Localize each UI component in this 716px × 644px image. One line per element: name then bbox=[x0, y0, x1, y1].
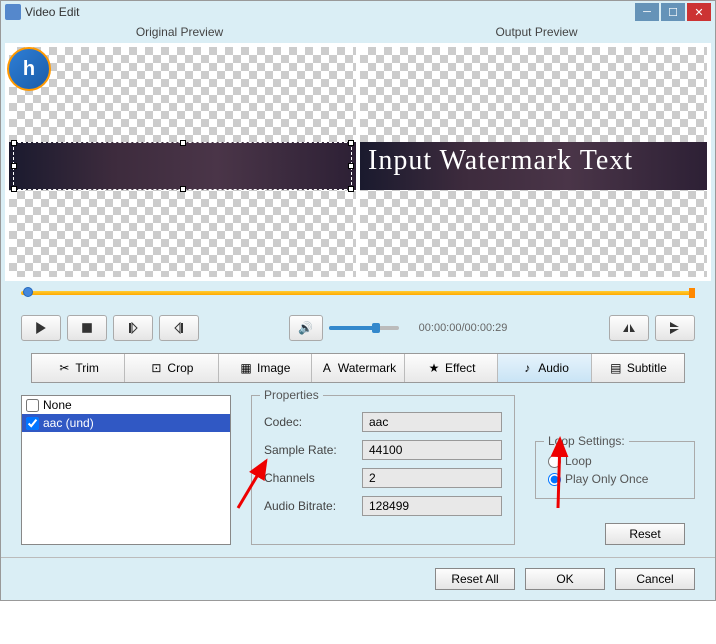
audio-panel: None aac (und) Properties Codec: Sample … bbox=[1, 383, 715, 557]
cancel-button[interactable]: Cancel bbox=[615, 568, 695, 590]
close-button[interactable]: ✕ bbox=[687, 3, 711, 21]
reset-button[interactable]: Reset bbox=[605, 523, 685, 545]
tab-watermark[interactable]: AWatermark bbox=[312, 354, 405, 382]
trim-end-button[interactable] bbox=[159, 315, 199, 341]
time-display: 00:00:00/00:00:29 bbox=[419, 322, 508, 334]
volume-slider[interactable] bbox=[329, 326, 399, 330]
play-once-radio[interactable] bbox=[548, 473, 561, 486]
window-title: Video Edit bbox=[25, 5, 80, 19]
titlebar: Video Edit ─ ☐ ✕ bbox=[1, 1, 715, 23]
bitrate-label: Audio Bitrate: bbox=[264, 499, 354, 513]
codec-input[interactable] bbox=[362, 412, 502, 432]
tab-trim[interactable]: ✂Trim bbox=[32, 354, 125, 382]
codec-label: Codec: bbox=[264, 415, 354, 429]
tabs-bar: ✂Trim ⊡Crop ▦Image AWatermark ★Effect ♪A… bbox=[31, 353, 685, 383]
speaker-icon: 🔊 bbox=[298, 321, 313, 335]
image-icon: ▦ bbox=[239, 361, 253, 375]
track-none-checkbox[interactable] bbox=[26, 399, 39, 412]
watermark-text-overlay: Input Watermark Text bbox=[368, 145, 633, 177]
original-preview-label: Original Preview bbox=[1, 23, 358, 43]
channels-label: Channels bbox=[264, 471, 354, 485]
crop-icon: ⊡ bbox=[149, 361, 163, 375]
audio-track-list[interactable]: None aac (und) bbox=[21, 395, 231, 545]
stop-button[interactable] bbox=[67, 315, 107, 341]
timeline[interactable] bbox=[21, 291, 695, 303]
sample-rate-label: Sample Rate: bbox=[264, 443, 354, 457]
star-icon: ★ bbox=[427, 361, 441, 375]
reset-all-button[interactable]: Reset All bbox=[435, 568, 515, 590]
channels-input[interactable] bbox=[362, 468, 502, 488]
output-preview-label: Output Preview bbox=[358, 23, 715, 43]
loop-settings-group: Loop Settings: Loop Play Only Once bbox=[535, 441, 695, 499]
track-aac-checkbox[interactable] bbox=[26, 417, 39, 430]
maximize-button[interactable]: ☐ bbox=[661, 3, 685, 21]
site-watermark: h bbox=[7, 47, 51, 91]
flip-horizontal-button[interactable] bbox=[609, 315, 649, 341]
tab-audio[interactable]: ♪Audio bbox=[498, 354, 591, 382]
loop-radio[interactable] bbox=[548, 455, 561, 468]
ok-button[interactable]: OK bbox=[525, 568, 605, 590]
footer-buttons: Reset All OK Cancel bbox=[1, 557, 715, 600]
track-aac[interactable]: aac (und) bbox=[22, 414, 230, 432]
flip-vertical-button[interactable] bbox=[655, 315, 695, 341]
sample-rate-input[interactable] bbox=[362, 440, 502, 460]
properties-group: Properties Codec: Sample Rate: Channels … bbox=[251, 395, 515, 545]
tab-crop[interactable]: ⊡Crop bbox=[125, 354, 218, 382]
volume-button[interactable]: 🔊 bbox=[289, 315, 323, 341]
text-icon: A bbox=[320, 361, 334, 375]
note-icon: ♪ bbox=[520, 361, 534, 375]
minimize-button[interactable]: ─ bbox=[635, 3, 659, 21]
tab-subtitle[interactable]: ▤Subtitle bbox=[592, 354, 684, 382]
tab-effect[interactable]: ★Effect bbox=[405, 354, 498, 382]
scissors-icon: ✂ bbox=[57, 361, 71, 375]
bitrate-input[interactable] bbox=[362, 496, 502, 516]
watermark-selection-box[interactable] bbox=[13, 142, 352, 190]
play-button[interactable] bbox=[21, 315, 61, 341]
video-edit-window: Video Edit ─ ☐ ✕ h 河东软件园 www.pc0359.cn O… bbox=[0, 0, 716, 601]
output-preview-pane: Input Watermark Text bbox=[360, 47, 707, 277]
tab-image[interactable]: ▦Image bbox=[219, 354, 312, 382]
original-preview-pane[interactable] bbox=[9, 47, 356, 277]
track-none[interactable]: None bbox=[22, 396, 230, 414]
timeline-handle[interactable] bbox=[23, 287, 33, 297]
trim-start-button[interactable] bbox=[113, 315, 153, 341]
app-icon bbox=[5, 4, 21, 20]
subtitle-icon: ▤ bbox=[609, 361, 623, 375]
